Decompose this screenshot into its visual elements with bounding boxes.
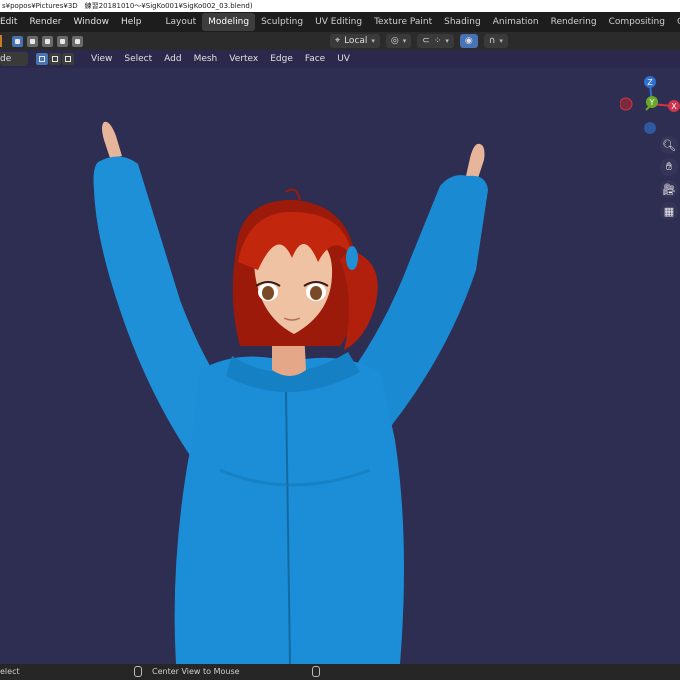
- falloff-curve-icon: ∩: [488, 36, 496, 46]
- select-subtract-icon[interactable]: [42, 35, 53, 47]
- menu-render[interactable]: Render: [23, 12, 67, 32]
- window-title-bar: s¥popos¥Pictures¥3D 練習20181010～¥SigKo001…: [0, 0, 680, 12]
- tab-animation[interactable]: Animation: [487, 13, 545, 31]
- tab-rendering[interactable]: Rendering: [545, 13, 603, 31]
- snap-grid-icon: ⁘: [433, 36, 442, 46]
- menu-uv[interactable]: UV: [331, 54, 356, 64]
- mouse-icon: [134, 666, 142, 677]
- chevron-down-icon: ▾: [499, 37, 503, 45]
- viewport-header: de View Select Add Mesh Vertex Edge Face…: [0, 50, 680, 68]
- chevron-down-icon: ▾: [445, 37, 449, 45]
- gizmo-x-label: X: [671, 102, 677, 111]
- hand-pan-icon[interactable]: ✋︎: [660, 158, 678, 176]
- active-tool-indicator: [0, 35, 2, 47]
- proportional-edit-icon: ◉: [464, 36, 473, 46]
- menu-view[interactable]: View: [85, 54, 118, 64]
- menu-edge[interactable]: Edge: [264, 54, 299, 64]
- select-new-icon[interactable]: [12, 35, 23, 47]
- menu-window[interactable]: Window: [67, 12, 115, 32]
- camera-icon[interactable]: 🎥︎: [660, 180, 678, 198]
- snap-magnet-icon: ⊂: [422, 36, 430, 46]
- window-title: s¥popos¥Pictures¥3D 練習20181010～¥SigKo001…: [2, 2, 253, 10]
- zoom-icon[interactable]: 🔍︎: [660, 136, 678, 154]
- viewport-nav-buttons: 🔍︎ ✋︎ 🎥︎ ▦: [660, 136, 680, 224]
- menu-mesh[interactable]: Mesh: [188, 54, 224, 64]
- axis-gizmo-icon: Z Y X: [619, 76, 680, 134]
- status-center: Center View to Mouse: [152, 667, 240, 676]
- orientation-icon: ⌖: [335, 36, 341, 46]
- face-select-icon[interactable]: [62, 53, 74, 65]
- mouse-right-icon-wrap: [312, 664, 324, 680]
- gizmo-y-label: Y: [649, 98, 655, 107]
- proportional-edit-dropdown[interactable]: ◉: [459, 34, 478, 48]
- vertex-select-icon[interactable]: [36, 53, 48, 65]
- gizmo-z-label: Z: [647, 78, 653, 87]
- select-mode-buttons: [36, 53, 75, 65]
- character-model: [93, 121, 488, 664]
- menu-select[interactable]: Select: [118, 54, 158, 64]
- menu-add[interactable]: Add: [158, 54, 187, 64]
- top-menu-bar: Edit Render Window Help Layout Modeling …: [0, 12, 680, 32]
- tab-shading[interactable]: Shading: [438, 13, 487, 31]
- tab-modeling[interactable]: Modeling: [202, 13, 256, 31]
- status-left: elect: [0, 667, 20, 676]
- pivot-dropdown[interactable]: ◎ ▾: [385, 34, 412, 48]
- tab-sculpting[interactable]: Sculpting: [255, 13, 309, 31]
- orientation-value: Local: [344, 36, 368, 46]
- select-invert-icon[interactable]: [57, 35, 68, 47]
- menu-face[interactable]: Face: [299, 54, 331, 64]
- navigation-gizmo[interactable]: Z Y X: [619, 74, 680, 138]
- status-bar: elect Center View to Mouse: [0, 664, 680, 680]
- edge-select-icon[interactable]: [49, 53, 61, 65]
- chevron-down-icon: ▾: [402, 37, 407, 45]
- mode-label: de: [0, 54, 12, 64]
- tool-header: ⌖ Local ▾ ◎ ▾ ⊂ ⁘ ▾ ◉ ∩ ▾: [0, 32, 680, 50]
- menu-edit[interactable]: Edit: [0, 12, 23, 32]
- transform-controls: ⌖ Local ▾ ◎ ▾ ⊂ ⁘ ▾ ◉ ∩ ▾: [330, 32, 514, 50]
- menu-vertex[interactable]: Vertex: [223, 54, 264, 64]
- tab-geometry-nodes[interactable]: Geometry Nod: [671, 13, 680, 31]
- select-intersect-icon[interactable]: [72, 35, 83, 47]
- 3d-viewport[interactable]: [0, 68, 680, 664]
- chevron-down-icon: ▾: [371, 37, 375, 45]
- snap-dropdown[interactable]: ⊂ ⁘ ▾: [417, 34, 454, 48]
- pivot-icon: ◎: [390, 36, 399, 46]
- grid-ortho-icon[interactable]: ▦: [660, 202, 678, 220]
- tab-texture-paint[interactable]: Texture Paint: [368, 13, 438, 31]
- falloff-dropdown[interactable]: ∩ ▾: [483, 34, 508, 48]
- transform-orientation-dropdown[interactable]: ⌖ Local ▾: [330, 34, 380, 48]
- tab-uv-editing[interactable]: UV Editing: [309, 13, 368, 31]
- mouse-icon: [312, 666, 320, 677]
- mode-selector[interactable]: de: [0, 52, 28, 66]
- status-center-wrap: Center View to Mouse: [134, 664, 240, 680]
- select-extend-icon[interactable]: [27, 35, 38, 47]
- tab-layout[interactable]: Layout: [160, 13, 203, 31]
- menu-help[interactable]: Help: [115, 12, 148, 32]
- tab-compositing[interactable]: Compositing: [603, 13, 671, 31]
- workspace-tabs: Layout Modeling Sculpting UV Editing Tex…: [160, 13, 680, 31]
